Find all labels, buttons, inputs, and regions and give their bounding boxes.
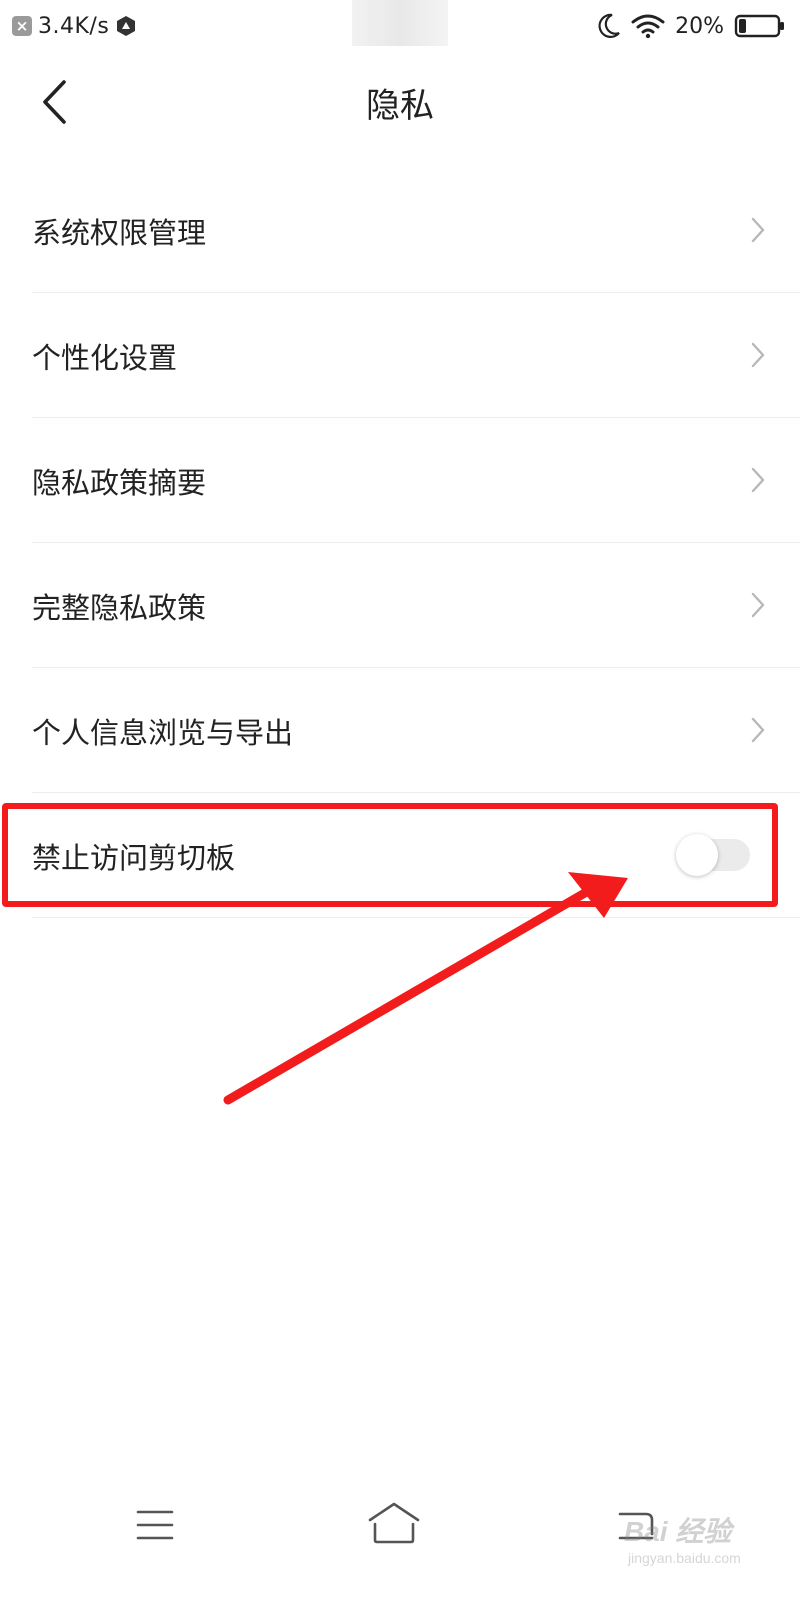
battery-fill [739,19,746,33]
watermark-sub: jingyan.baidu.com [628,1550,741,1566]
setting-label: 系统权限管理 [32,216,207,250]
wifi-icon [631,14,665,39]
setting-row-personal-info-export[interactable]: 个人信息浏览与导出 [32,668,800,793]
blurred-region [352,0,448,46]
battery-icon [734,14,784,38]
clipboard-toggle-switch[interactable] [676,834,750,876]
setting-row-system-permissions[interactable]: 系统权限管理 [32,168,800,293]
setting-row-privacy-summary[interactable]: 隐私政策摘要 [32,418,800,543]
setting-label: 隐私政策摘要 [32,466,207,500]
chevron-right-icon [751,342,765,368]
setting-row-full-privacy-policy[interactable]: 完整隐私政策 [32,543,800,668]
setting-row-personalization[interactable]: 个性化设置 [32,293,800,418]
home-icon[interactable] [364,1498,424,1550]
settings-list: 系统权限管理 个性化设置 隐私政策摘要 完整隐私政策 个人信息浏览与导出 禁止访… [0,168,800,918]
setting-row-block-clipboard: 禁止访问剪切板 [32,793,800,918]
moon-icon [598,13,620,38]
setting-label: 个性化设置 [32,341,178,375]
setting-label: 禁止访问剪切板 [32,841,236,875]
status-bar: × 3.4K/s 20% [0,0,800,52]
status-bar-left: × 3.4K/s [12,10,137,42]
hamburger-menu-icon[interactable] [130,1500,178,1548]
setting-label: 完整隐私政策 [32,591,207,625]
x-notification-icon: × [12,16,32,36]
chevron-right-icon [751,467,765,493]
watermark-main: Bai 经验 [624,1516,732,1547]
status-bar-right: 20% [597,10,786,42]
page-title: 隐私 [366,86,434,126]
chevron-right-icon [751,217,765,243]
app-shield-icon [117,16,136,36]
watermark: Bai 经验 jingyan.baidu.com [624,1510,774,1580]
header: 隐私 [0,52,800,156]
toggle-knob [676,834,718,876]
setting-label: 个人信息浏览与导出 [32,716,294,750]
chevron-right-icon [751,592,765,618]
network-speed: 3.4K/s [38,13,110,39]
chevron-right-icon [751,717,765,743]
battery-percent: 20% [675,13,724,39]
